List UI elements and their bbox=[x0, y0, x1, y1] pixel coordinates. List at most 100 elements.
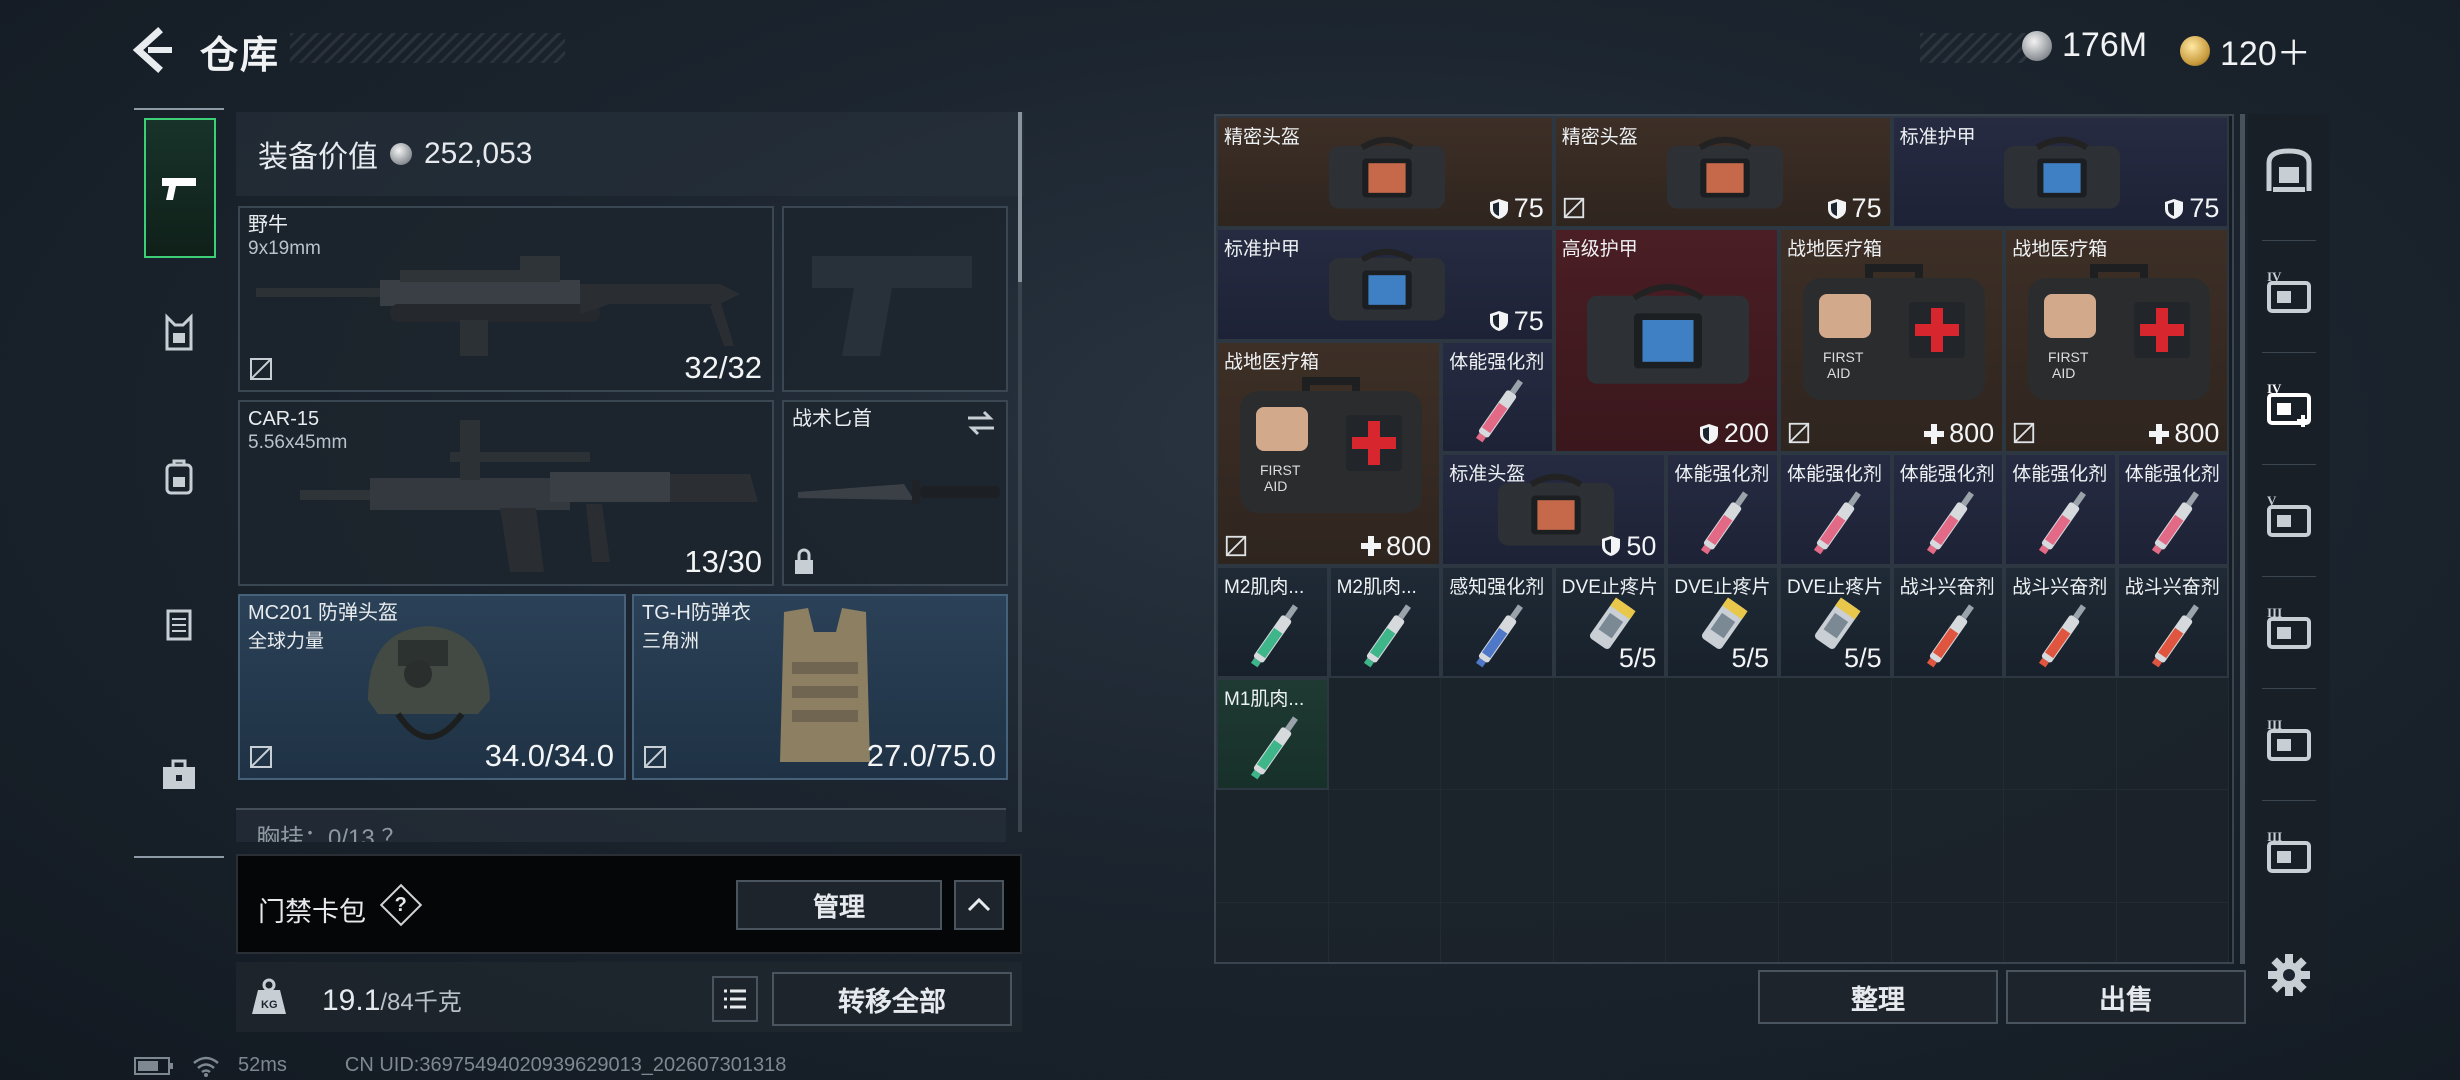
stash-item[interactable]: 体能强化剂 bbox=[1666, 453, 1779, 566]
svg-text:FIRST: FIRST bbox=[2048, 349, 2089, 365]
secondary-weapon-slot[interactable]: CAR-15 5.56x45mm 13/30 bbox=[238, 400, 774, 586]
stash-item[interactable]: 战斗兴奋剂 bbox=[2116, 565, 2230, 678]
container-tab[interactable]: V bbox=[2260, 488, 2318, 546]
swap-icon[interactable] bbox=[964, 410, 998, 436]
stash-empty-cell[interactable] bbox=[1553, 902, 1667, 962]
stash-empty-cell[interactable] bbox=[2004, 790, 2117, 903]
stash-item[interactable]: M2肌肉... bbox=[1216, 565, 1329, 678]
stash-item[interactable]: 战地医疗箱 FIRST AID 800 bbox=[1779, 228, 2005, 454]
equipment-value-label: 装备价值 bbox=[258, 141, 378, 174]
stash-item[interactable]: 体能强化剂 bbox=[2116, 453, 2230, 566]
container-tab[interactable]: III bbox=[2260, 600, 2318, 658]
stash-item[interactable]: DVE止疼片 5/5 bbox=[1666, 565, 1779, 678]
tab-chest-rig[interactable] bbox=[142, 296, 216, 370]
container-tab[interactable]: III bbox=[2260, 824, 2318, 882]
stash-empty-cell[interactable] bbox=[2116, 790, 2230, 903]
stash-empty-cell[interactable] bbox=[1441, 902, 1554, 962]
stash-item[interactable]: 体能强化剂 bbox=[1779, 453, 1892, 566]
stash-item[interactable]: 体能强化剂 bbox=[1441, 340, 1554, 454]
stash-empty-cell[interactable] bbox=[1779, 790, 1892, 903]
stash-empty-cell[interactable] bbox=[1891, 790, 2005, 903]
gear-icon[interactable] bbox=[2266, 952, 2312, 998]
tab-pouch[interactable] bbox=[142, 586, 216, 660]
stash-item[interactable]: 战地医疗箱 FIRST AID 800 bbox=[2004, 228, 2230, 454]
stash-item[interactable]: 高级护甲 200 bbox=[1553, 228, 1779, 454]
pistol-slot-empty[interactable] bbox=[782, 206, 1008, 392]
stash-item[interactable]: 标准护甲 75 bbox=[1891, 116, 2230, 229]
tab-weapons[interactable] bbox=[144, 118, 216, 258]
manage-button[interactable]: 管理 bbox=[736, 880, 942, 930]
stash-empty-cell[interactable] bbox=[1553, 790, 1667, 903]
tab-backpack[interactable] bbox=[142, 440, 216, 514]
stash-item[interactable]: 标准护甲 75 bbox=[1216, 228, 1554, 341]
stash-empty-cell[interactable] bbox=[1441, 678, 1554, 791]
svg-text:AID: AID bbox=[1264, 478, 1287, 494]
pistol-icon bbox=[162, 178, 196, 200]
stash-item[interactable]: 体能强化剂 bbox=[1891, 453, 2005, 566]
tab-toolkit[interactable] bbox=[142, 738, 216, 812]
container-tab[interactable]: IV bbox=[2260, 376, 2318, 434]
stash-empty-cell[interactable] bbox=[1216, 902, 1329, 962]
stash-empty-cell[interactable] bbox=[1216, 790, 1329, 903]
body-armor-slot[interactable]: TG-H防弹衣 三角洲 27.0/75.0 bbox=[632, 594, 1008, 780]
collapse-button[interactable] bbox=[954, 880, 1004, 930]
stash-item[interactable]: 精密头盔 75 bbox=[1216, 116, 1554, 229]
helmet-faction: 全球力量 bbox=[248, 631, 325, 652]
stash-empty-cell[interactable] bbox=[1328, 902, 1442, 962]
stash-empty-cell[interactable] bbox=[1666, 678, 1779, 791]
stash-item[interactable]: DVE止疼片 5/5 bbox=[1553, 565, 1667, 678]
armor-bag-image bbox=[1328, 136, 1445, 209]
stash-empty-cell[interactable] bbox=[1891, 902, 2005, 962]
stash-scrollbar[interactable] bbox=[2240, 114, 2245, 964]
stash-grid[interactable]: 精密头盔 75 精密头盔 75 标准护甲 75 标准护甲 75 高级护甲 200 战地医疗… bbox=[1214, 114, 2234, 964]
sell-button[interactable]: 出售 bbox=[2006, 970, 2246, 1024]
stash-empty-cell[interactable] bbox=[1666, 790, 1779, 903]
container-tab[interactable] bbox=[2260, 142, 2318, 200]
stash-item[interactable]: 战斗兴奋剂 bbox=[2004, 565, 2117, 678]
loadout-scroll-thumb[interactable] bbox=[1018, 112, 1022, 282]
container-tab[interactable]: IV bbox=[2260, 264, 2318, 322]
stash-item[interactable]: M1肌肉... bbox=[1216, 678, 1329, 791]
stash-empty-cell[interactable] bbox=[1779, 902, 1892, 962]
stash-empty-cell[interactable] bbox=[1891, 678, 2005, 791]
stash-item[interactable]: 精密头盔 75 bbox=[1553, 116, 1892, 229]
stash-empty-cell[interactable] bbox=[2004, 678, 2117, 791]
stash-empty-cell[interactable] bbox=[2116, 902, 2230, 962]
stash-item[interactable]: 战斗兴奋剂 bbox=[1891, 565, 2005, 678]
stash-empty-cell[interactable] bbox=[2004, 902, 2117, 962]
help-icon[interactable]: ? bbox=[379, 883, 423, 927]
melee-slot[interactable]: 战术匕首 bbox=[782, 400, 1008, 586]
gold-currency[interactable]: 120＋ bbox=[2180, 26, 2311, 75]
primary-weapon-slot[interactable]: 野牛 9x19mm 32/32 bbox=[238, 206, 774, 392]
first-aid-kit-image: FIRST AID bbox=[2027, 264, 2210, 401]
stash-empty-cell[interactable] bbox=[2116, 678, 2230, 791]
stash-empty-cell[interactable] bbox=[1328, 678, 1442, 791]
battery-icon bbox=[134, 1056, 173, 1075]
case-iii-icon: III bbox=[2267, 605, 2311, 649]
stash-item[interactable]: 标准头盔 50 bbox=[1441, 453, 1667, 566]
stash-empty-cell[interactable] bbox=[1779, 678, 1892, 791]
stash-empty-cell[interactable] bbox=[1666, 902, 1779, 962]
sort-button[interactable]: 整理 bbox=[1758, 970, 1998, 1024]
lock-icon bbox=[795, 548, 813, 574]
stash-empty-cell[interactable] bbox=[1328, 790, 1442, 903]
transfer-all-button[interactable]: 转移全部 bbox=[772, 972, 1012, 1026]
stash-item[interactable]: M2肌肉... bbox=[1328, 565, 1442, 678]
secondary-weapon-ammo: 13/30 bbox=[684, 544, 762, 579]
stash-item[interactable]: 战地医疗箱 FIRST AID 800 bbox=[1216, 340, 1442, 566]
ping-readout: 52ms bbox=[238, 1054, 287, 1076]
keycard-pouch-bar: 门禁卡包 ? 管理 bbox=[236, 854, 1022, 954]
stash-item[interactable]: DVE止疼片 5/5 bbox=[1779, 565, 1892, 678]
rail-divider bbox=[2262, 576, 2316, 577]
stash-item[interactable]: 感知强化剂 bbox=[1441, 565, 1554, 678]
container-tab[interactable]: III bbox=[2260, 712, 2318, 770]
uninsured-icon bbox=[1225, 535, 1247, 556]
stash-item-value-text: 75 bbox=[1513, 193, 1544, 224]
stash-empty-cell[interactable] bbox=[1553, 678, 1667, 791]
list-view-button[interactable] bbox=[712, 976, 758, 1022]
loadout-tab-bar bbox=[134, 108, 224, 858]
helmet-slot[interactable]: MC201 防弹头盔 全球力量 34.0/34.0 bbox=[238, 594, 626, 780]
stash-empty-cell[interactable] bbox=[1441, 790, 1554, 903]
stash-item[interactable]: 体能强化剂 bbox=[2004, 453, 2117, 566]
back-arrow-icon[interactable] bbox=[128, 26, 176, 74]
